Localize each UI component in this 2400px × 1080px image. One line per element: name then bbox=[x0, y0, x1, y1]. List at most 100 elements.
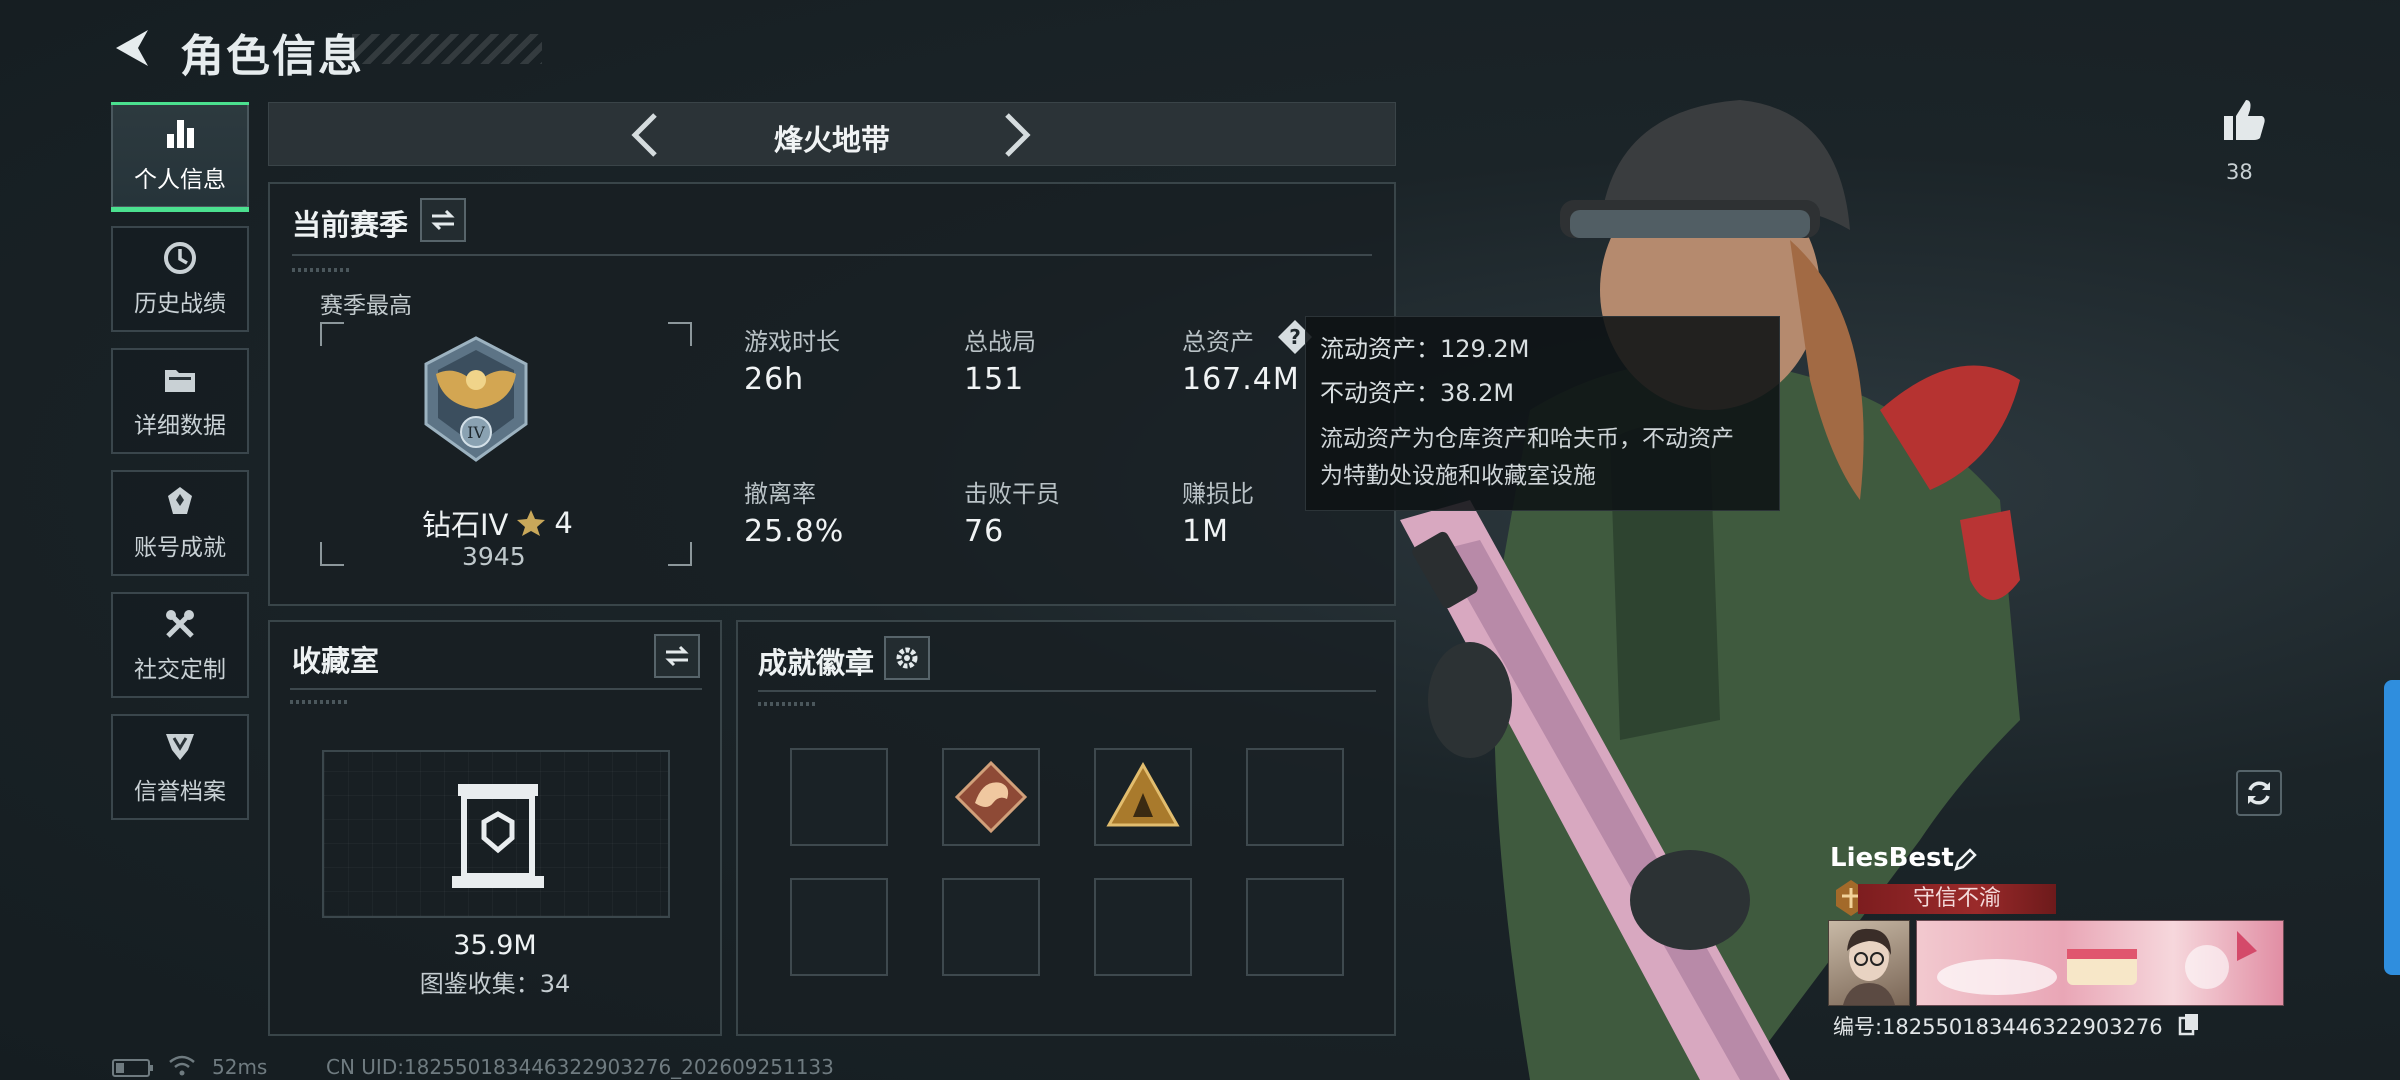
badge-slot-empty[interactable] bbox=[942, 878, 1040, 976]
svg-text:IV: IV bbox=[467, 423, 485, 442]
player-avatar[interactable] bbox=[1828, 920, 1910, 1006]
stat-value-profit-ratio: 1M bbox=[1182, 514, 1229, 549]
nav-label: 信誉档案 bbox=[134, 779, 226, 805]
badge-slot-empty[interactable] bbox=[790, 878, 888, 976]
nav-item-history[interactable]: 历史战绩 bbox=[111, 226, 249, 332]
page-title: 角色信息 bbox=[180, 31, 364, 82]
season-switch-button[interactable] bbox=[420, 198, 466, 242]
rank-stars: 4 bbox=[554, 506, 573, 540]
stat-label-kills: 击败干员 bbox=[964, 480, 1060, 508]
stat-label-profit-ratio: 赚损比 bbox=[1182, 480, 1254, 508]
player-id: 编号:18255018344632290327​6 bbox=[1833, 1015, 2163, 1039]
rank-name: 钻石IV bbox=[422, 508, 509, 542]
wifi-icon bbox=[169, 1055, 195, 1076]
collection-switch-button[interactable] bbox=[654, 634, 700, 678]
badge-slot-empty[interactable] bbox=[1246, 878, 1344, 976]
shield-icon bbox=[166, 734, 194, 760]
rank-score: 3945 bbox=[462, 542, 526, 571]
mode-tab-bar: 烽火地带 bbox=[268, 102, 1396, 166]
nav-label: 历史战绩 bbox=[134, 291, 226, 317]
player-name: LiesBest bbox=[1830, 843, 1954, 873]
badges-panel: 成就徽章 bbox=[736, 620, 1396, 1036]
diamond-rank-emblem-icon: IV bbox=[424, 336, 528, 462]
side-drawer-handle[interactable] bbox=[2384, 680, 2400, 975]
dragon-badge-icon bbox=[954, 760, 1028, 834]
assets-tooltip: 流动资产：129.2M 不动资产：38.2M 流动资产为仓库资产和哈夫币，不动资… bbox=[1305, 316, 1780, 511]
badges-title: 成就徽章 bbox=[758, 646, 875, 680]
tooltip-desc-line2: 为特勤处设施和收藏室设施 bbox=[1320, 463, 1596, 489]
badge-slot-empty[interactable] bbox=[790, 748, 888, 846]
stat-label-playtime: 游戏时长 bbox=[744, 328, 840, 356]
divider bbox=[758, 690, 1376, 692]
stat-label-matches: 总战局 bbox=[964, 328, 1036, 356]
next-arrow-icon[interactable] bbox=[999, 111, 1035, 159]
tooltip-fixed-assets: 不动资产：38.2M bbox=[1320, 379, 1515, 407]
stat-value-playtime: 26h bbox=[744, 362, 805, 397]
refresh-icon bbox=[2248, 781, 2270, 805]
svg-text:?: ? bbox=[1289, 325, 1301, 349]
back-arrow-icon[interactable] bbox=[108, 26, 156, 70]
nav-item-reputation[interactable]: 信誉档案 bbox=[111, 714, 249, 820]
refresh-button[interactable] bbox=[2236, 770, 2282, 816]
player-namecard-banner[interactable] bbox=[1916, 920, 2284, 1006]
ping-value: 52ms bbox=[212, 1055, 268, 1079]
gallery-count: 图鉴收集：34 bbox=[419, 970, 571, 998]
edit-name-icon[interactable] bbox=[1952, 847, 1978, 873]
collection-panel: 收藏室 35.9M 图鉴收集：34 bbox=[268, 620, 722, 1036]
badge-slot-dragon[interactable] bbox=[942, 748, 1040, 846]
stat-value-assets: 167.4M bbox=[1182, 362, 1300, 397]
rank-line: 钻石IV 4 bbox=[422, 502, 573, 544]
star-icon bbox=[517, 510, 546, 536]
nav-label: 账号成就 bbox=[134, 535, 226, 561]
vault-showcase-icon bbox=[452, 784, 544, 888]
player-motto: 守信不渝 bbox=[1858, 884, 2056, 914]
collection-value: 35.9M bbox=[453, 930, 537, 961]
divider bbox=[292, 254, 1372, 256]
cake-banner-icon bbox=[1937, 931, 2257, 995]
tools-icon bbox=[166, 610, 194, 638]
tooltip-desc-line1: 流动资产为仓库资产和哈夫币，不动资产 bbox=[1320, 426, 1734, 452]
triangle-badge-icon bbox=[1106, 761, 1180, 827]
frame-corner bbox=[320, 322, 344, 346]
collection-preview[interactable] bbox=[322, 750, 670, 918]
season-best-label: 赛季最高 bbox=[320, 293, 412, 319]
swap-icon bbox=[431, 209, 455, 231]
folder-icon bbox=[165, 370, 195, 392]
swap-icon bbox=[665, 645, 689, 667]
divider-dots bbox=[758, 702, 818, 706]
season-panel: 当前赛季 赛季最高 IV 钻石IV 4 3945 游戏时长 26h 总战局 15… bbox=[268, 182, 1396, 606]
nav-item-detailed-data[interactable]: 详细数据 bbox=[111, 348, 249, 454]
nav-label: 社交定制 bbox=[134, 657, 226, 683]
header-decoration bbox=[352, 34, 542, 64]
badge-slot-triangle[interactable] bbox=[1094, 748, 1192, 846]
achievement-icon bbox=[168, 487, 192, 514]
stat-value-kills: 76 bbox=[964, 514, 1005, 549]
stat-label-assets: 总资产 bbox=[1182, 328, 1254, 356]
bar-chart-icon bbox=[167, 120, 194, 148]
divider-dots bbox=[290, 700, 350, 704]
badge-slot-empty[interactable] bbox=[1246, 748, 1344, 846]
like-count: 38 bbox=[2226, 160, 2253, 184]
frame-corner bbox=[320, 542, 344, 566]
avatar-portrait-icon bbox=[1843, 928, 1895, 1005]
thumbs-up-icon[interactable] bbox=[2222, 98, 2266, 142]
divider bbox=[290, 688, 702, 690]
divider-dots bbox=[292, 268, 352, 272]
collection-title: 收藏室 bbox=[292, 644, 380, 678]
nav-item-achievements[interactable]: 账号成就 bbox=[111, 470, 249, 576]
nav-item-personal-info[interactable]: 个人信息 bbox=[111, 102, 249, 212]
frame-corner bbox=[668, 322, 692, 346]
tooltip-liquid-assets: 流动资产：129.2M bbox=[1320, 335, 1530, 363]
frame-corner bbox=[668, 542, 692, 566]
gear-icon bbox=[896, 647, 918, 669]
stat-label-extract-rate: 撤离率 bbox=[744, 480, 816, 508]
uid-text: CN UID:18255018344632290327​6_2026092511… bbox=[326, 1055, 834, 1079]
clock-icon bbox=[164, 242, 196, 274]
nav-item-social[interactable]: 社交定制 bbox=[111, 592, 249, 698]
badge-slot-empty[interactable] bbox=[1094, 878, 1192, 976]
badges-settings-button[interactable] bbox=[884, 636, 930, 680]
nav-label: 个人信息 bbox=[134, 167, 226, 193]
mode-title: 烽火地带 bbox=[773, 123, 890, 157]
battery-icon bbox=[112, 1059, 153, 1077]
copy-icon[interactable] bbox=[2178, 1012, 2200, 1036]
